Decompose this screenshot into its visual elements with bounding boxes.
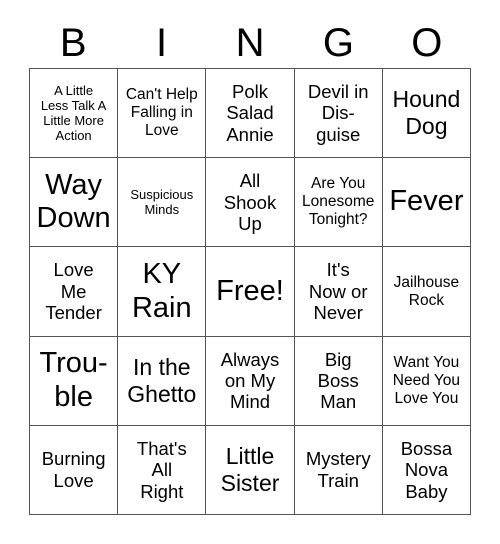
bingo-cell-label: Trou- ble — [39, 347, 108, 413]
bingo-row: Love Me Tender KY Rain Free! It's Now or… — [30, 247, 472, 337]
bingo-cell[interactable]: Jailhouse Rock — [382, 247, 472, 337]
bingo-cell[interactable]: Way Down — [30, 158, 119, 248]
bingo-cell[interactable]: Are You Lonesome Tonight? — [294, 158, 383, 248]
bingo-cell-label: Big Boss Man — [317, 348, 359, 413]
bingo-cell-label: In the Ghetto — [127, 354, 197, 407]
bingo-cell[interactable]: All Shook Up — [206, 158, 295, 248]
bingo-cell-label: That's All Right — [136, 437, 187, 502]
bingo-cell[interactable]: Big Boss Man — [294, 336, 383, 426]
bingo-cell-label: Suspicious Minds — [130, 187, 194, 218]
bingo-cell-label: Hound Dog — [392, 86, 461, 140]
bingo-row: Trou- ble In the Ghetto Always on My Min… — [30, 336, 472, 426]
bingo-cell[interactable]: KY Rain — [118, 247, 207, 337]
bingo-cell-label: Way Down — [36, 168, 111, 235]
header-letter-o: O — [411, 21, 443, 65]
header-letter-n: N — [235, 21, 265, 65]
bingo-cell[interactable]: Always on My Mind — [206, 336, 295, 426]
bingo-cell-label: Mystery Train — [305, 448, 371, 491]
bingo-cell[interactable]: Love Me Tender — [30, 247, 119, 337]
bingo-cell-label: Free! — [216, 274, 284, 307]
bingo-cell[interactable]: Trou- ble — [30, 336, 119, 426]
bingo-cell-label: All Shook Up — [223, 170, 277, 235]
bingo-cell-label: Love Me Tender — [45, 259, 102, 324]
bingo-cell[interactable]: Fever — [382, 158, 472, 248]
bingo-cell[interactable]: In the Ghetto — [118, 336, 207, 426]
bingo-cell-label: Always on My Mind — [220, 348, 280, 413]
bingo-cell-label: Devil in Dis- guise — [307, 80, 369, 145]
bingo-cell-label: Are You Lonesome Tonight? — [302, 175, 375, 229]
bingo-cell-label: Polk Salad Annie — [226, 80, 274, 145]
bingo-grid: A Little Less Talk A Little More Action … — [29, 68, 472, 516]
bingo-card: B I N G O A Little Less Talk A Little Mo… — [0, 0, 500, 544]
bingo-row: A Little Less Talk A Little More Action … — [30, 69, 472, 159]
bingo-cell-free-space[interactable]: Free! — [206, 247, 295, 337]
bingo-cell[interactable]: Hound Dog — [382, 69, 472, 159]
bingo-header: B I N G O — [29, 18, 471, 68]
header-letter-b: B — [59, 21, 87, 65]
bingo-cell-label: Little Sister — [220, 443, 280, 496]
bingo-cell-label: Burning Love — [41, 448, 106, 491]
bingo-cell[interactable]: Devil in Dis- guise — [294, 69, 383, 159]
bingo-cell[interactable]: Burning Love — [30, 425, 119, 516]
bingo-cell[interactable]: A Little Less Talk A Little More Action — [30, 69, 119, 159]
bingo-cell[interactable]: It's Now or Never — [294, 247, 383, 337]
bingo-cell[interactable]: Polk Salad Annie — [206, 69, 295, 159]
bingo-cell-label: A Little Less Talk A Little More Action — [40, 82, 107, 144]
bingo-cell[interactable]: Suspicious Minds — [118, 158, 207, 248]
bingo-cell[interactable]: Mystery Train — [294, 425, 383, 516]
bingo-cell[interactable]: That's All Right — [118, 425, 207, 516]
bingo-cell[interactable]: Want You Need You Love You — [382, 336, 472, 426]
bingo-row: Way Down Suspicious Minds All Shook Up A… — [30, 158, 472, 248]
bingo-cell[interactable]: Bossa Nova Baby — [382, 425, 472, 516]
bingo-cell-label: It's Now or Never — [308, 259, 368, 324]
header-letter-g: G — [322, 21, 354, 65]
header-letter-i: I — [156, 21, 168, 65]
bingo-cell-label: Jailhouse Rock — [393, 273, 460, 309]
bingo-row: Burning Love That's All Right Little Sis… — [30, 425, 472, 516]
bingo-cell-label: KY Rain — [131, 257, 192, 324]
bingo-cell-label: Can't Help Falling in Love — [125, 86, 198, 140]
bingo-cell-label: Fever — [389, 185, 464, 218]
bingo-cell-label: Want You Need You Love You — [392, 353, 461, 407]
bingo-cell-label: Bossa Nova Baby — [400, 437, 453, 502]
bingo-cell[interactable]: Can't Help Falling in Love — [118, 69, 207, 159]
bingo-cell[interactable]: Little Sister — [206, 425, 295, 516]
